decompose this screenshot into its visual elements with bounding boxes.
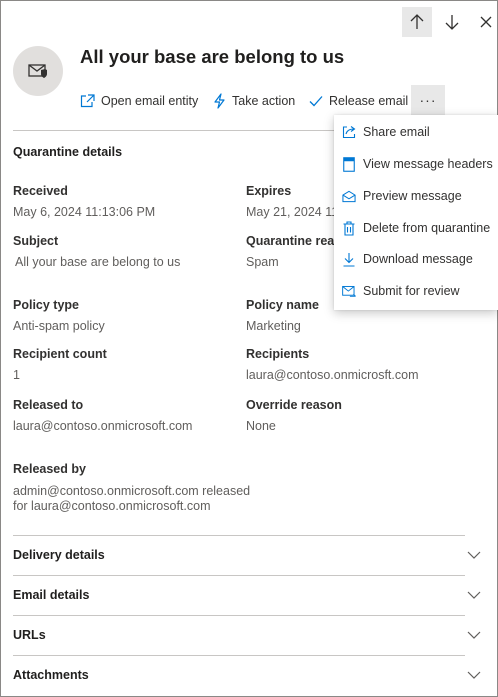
details-panel: All your base are belong to us Open emai… <box>0 0 498 697</box>
open-email-entity-button[interactable]: Open email entity <box>80 89 198 113</box>
menu-item-view-message-headers[interactable]: View message headers <box>334 149 498 179</box>
quarantine-reason-label: Quarantine reas <box>246 234 342 248</box>
chevron-down-icon <box>467 551 481 559</box>
subject-label: Subject <box>13 234 59 248</box>
recipients-value: laura@contoso.onmicrosft.com <box>246 368 419 382</box>
avatar <box>13 46 63 96</box>
checkmark-icon <box>309 96 323 107</box>
arrow-up-icon <box>410 14 424 29</box>
trash-icon <box>342 220 356 236</box>
close-button[interactable] <box>475 7 497 37</box>
section-attachments[interactable]: Attachments <box>13 655 481 695</box>
quarantine-details-heading: Quarantine details <box>13 145 123 159</box>
more-icon: ··· <box>419 92 437 108</box>
expires-label: Expires <box>246 184 292 198</box>
released-to-label: Released to <box>13 398 84 412</box>
released-by-value: admin@contoso.onmicrosoft.com released f… <box>13 484 251 513</box>
menu-item-delete-from-quarantine[interactable]: Delete from quarantine <box>334 213 498 243</box>
menu-item-share-email[interactable]: Share email <box>334 117 498 147</box>
take-action-button[interactable]: Take action <box>213 89 295 113</box>
subject-value: All your base are belong to us <box>15 255 181 269</box>
lightning-icon <box>214 93 225 109</box>
menu-item-label: Download message <box>363 252 473 266</box>
section-label: Email details <box>13 588 90 602</box>
quarantine-reason-value: Spam <box>246 255 279 269</box>
download-icon <box>342 251 356 267</box>
section-email-details[interactable]: Email details <box>13 575 481 615</box>
arrow-down-icon <box>445 15 459 30</box>
chevron-down-icon <box>467 671 481 679</box>
mail-open-icon <box>342 188 356 204</box>
mail-submit-icon <box>342 283 356 299</box>
more-actions-button[interactable]: ··· <box>411 85 445 115</box>
menu-item-submit-for-review[interactable]: Submit for review <box>334 276 498 306</box>
menu-item-download-message[interactable]: Download message <box>334 244 498 274</box>
section-label: Delivery details <box>13 548 105 562</box>
recipient-count-value: 1 <box>13 368 20 382</box>
chevron-down-icon <box>467 631 481 639</box>
share-icon <box>342 124 356 140</box>
override-reason-label: Override reason <box>246 398 342 412</box>
section-urls[interactable]: URLs <box>13 615 481 655</box>
override-reason-value: None <box>246 419 276 433</box>
section-label: Attachments <box>13 668 89 682</box>
open-external-icon <box>80 94 95 108</box>
released-to-value: laura@contoso.onmicrosoft.com <box>13 419 193 433</box>
menu-item-preview-message[interactable]: Preview message <box>334 181 498 211</box>
release-email-label: Release email <box>329 94 409 108</box>
page-title: All your base are belong to us <box>80 46 345 67</box>
more-actions-menu: Share email View message headers Preview… <box>334 115 498 310</box>
menu-item-label: View message headers <box>363 157 493 171</box>
recipients-label: Recipients <box>246 347 310 361</box>
menu-item-label: Delete from quarantine <box>363 221 491 235</box>
policy-name-value: Marketing <box>246 319 301 333</box>
policy-type-label: Policy type <box>13 298 79 312</box>
received-label: Received <box>13 184 68 198</box>
released-by-label: Released by <box>13 462 86 476</box>
expires-value: May 21, 2024 11: <box>246 205 342 219</box>
release-email-button[interactable]: Release email <box>309 89 408 113</box>
received-value: May 6, 2024 11:13:06 PM <box>13 205 156 219</box>
open-email-entity-label: Open email entity <box>101 94 199 108</box>
section-delivery-details[interactable]: Delivery details <box>13 535 481 575</box>
chevron-down-icon <box>467 591 481 599</box>
next-item-button[interactable] <box>437 7 467 37</box>
menu-item-label: Share email <box>363 125 430 139</box>
recipient-count-label: Recipient count <box>13 347 107 361</box>
menu-item-label: Preview message <box>363 189 462 203</box>
mail-shield-icon <box>28 64 47 78</box>
policy-type-value: Anti-spam policy <box>13 319 105 333</box>
document-header-icon <box>342 156 356 172</box>
take-action-label: Take action <box>232 94 296 108</box>
previous-item-button[interactable] <box>402 7 432 37</box>
close-icon <box>480 16 492 28</box>
policy-name-label: Policy name <box>246 298 319 312</box>
menu-item-label: Submit for review <box>363 284 460 298</box>
section-label: URLs <box>13 628 46 642</box>
